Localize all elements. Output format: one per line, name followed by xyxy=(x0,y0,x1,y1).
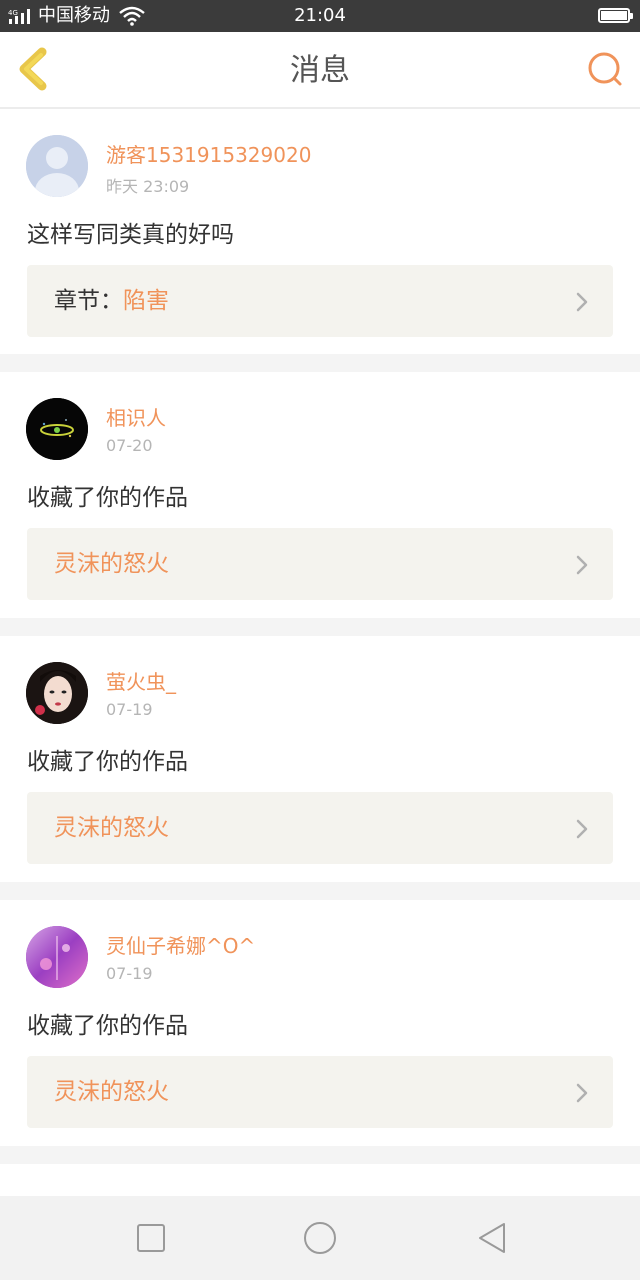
ref-prefix: 章节： xyxy=(54,288,123,314)
message-card: 游客1531915329020 昨天 23:09 这样写同类真的好吗 章节：陷害 xyxy=(0,109,640,354)
username[interactable]: 灵仙子希娜^O^ xyxy=(106,930,255,959)
chevron-right-icon xyxy=(576,819,588,839)
default-avatar-icon xyxy=(26,135,88,197)
system-nav-bar xyxy=(0,1196,640,1280)
portrait-avatar xyxy=(26,662,88,724)
message-text: 这样写同类真的好吗 xyxy=(27,222,234,248)
avatar[interactable] xyxy=(26,398,88,460)
nav-back-button[interactable] xyxy=(474,1220,510,1256)
avatar[interactable] xyxy=(26,926,88,988)
message-time: 07-19 xyxy=(106,964,153,983)
message-time: 昨天 23:09 xyxy=(106,177,190,196)
ref-title: 灵沫的怒火 xyxy=(54,815,169,841)
avatar[interactable] xyxy=(26,135,88,197)
message-card: 萤火虫_ 07-19 收藏了你的作品 灵沫的怒火 xyxy=(0,636,640,882)
status-time: 21:04 xyxy=(294,5,346,26)
work-link[interactable]: 灵沫的怒火 xyxy=(27,528,613,600)
ref-title: 灵沫的怒火 xyxy=(54,551,169,577)
chevron-right-icon xyxy=(576,1083,588,1103)
username[interactable]: 游客1531915329020 xyxy=(106,139,311,168)
ref-title: 陷害 xyxy=(123,288,169,314)
work-link[interactable]: 灵沫的怒火 xyxy=(27,1056,613,1128)
message-text: 收藏了你的作品 xyxy=(27,1013,188,1039)
message-time: 07-19 xyxy=(106,700,153,719)
avatar[interactable] xyxy=(26,662,88,724)
work-link[interactable]: 灵沫的怒火 xyxy=(27,792,613,864)
home-button[interactable] xyxy=(302,1220,338,1256)
message-text: 收藏了你的作品 xyxy=(27,749,188,775)
header: 消息 xyxy=(0,32,640,109)
purple-avatar xyxy=(26,926,88,988)
page-title: 消息 xyxy=(290,53,350,88)
message-feed[interactable]: 游客1531915329020 昨天 23:09 这样写同类真的好吗 章节：陷害 xyxy=(0,109,640,1204)
recent-apps-button[interactable] xyxy=(133,1220,169,1256)
chapter-link[interactable]: 章节：陷害 xyxy=(27,265,613,337)
message-text: 收藏了你的作品 xyxy=(27,485,188,511)
message-card: 相识人 07-20 收藏了你的作品 灵沫的怒火 xyxy=(0,372,640,618)
ref-title: 灵沫的怒火 xyxy=(54,1079,169,1105)
status-bar: 4G 中国移动 21:04 xyxy=(0,0,640,32)
chevron-right-icon xyxy=(576,292,588,312)
dark-eye-avatar xyxy=(26,398,88,460)
screen: 4G 中国移动 21:04 消息 游客1531915329020 昨天 23:0… xyxy=(0,0,640,1280)
username[interactable]: 萤火虫_ xyxy=(106,666,176,695)
search-button[interactable] xyxy=(586,50,626,90)
username[interactable]: 相识人 xyxy=(106,402,166,431)
chevron-right-icon xyxy=(576,555,588,575)
battery-icon xyxy=(598,8,633,23)
message-card: 灵仙子希娜^O^ 07-19 收藏了你的作品 灵沫的怒火 xyxy=(0,900,640,1146)
message-time: 07-20 xyxy=(106,436,153,455)
